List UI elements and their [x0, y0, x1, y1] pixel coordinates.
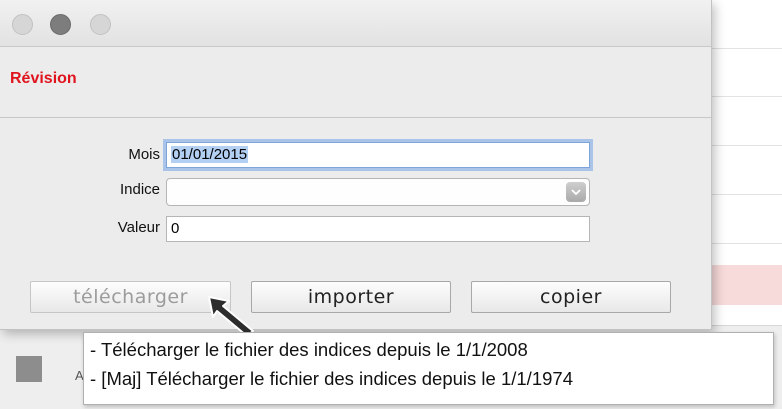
background-square-icon[interactable] — [16, 356, 42, 382]
indice-label: Indice — [119, 181, 160, 198]
copier-button[interactable]: copier — [471, 281, 671, 313]
importer-button[interactable]: importer — [251, 281, 451, 313]
background-highlight-row — [712, 265, 782, 305]
tooltip-line: - Télécharger le fichier des indices dep… — [90, 339, 528, 360]
telecharger-button[interactable]: télécharger — [30, 281, 231, 313]
revision-dialog: Révision Mois 01/01/2015 Indice Valeur 0… — [0, 0, 712, 330]
background-divider — [712, 145, 782, 146]
section-title: Révision — [10, 70, 77, 87]
valeur-label: Valeur — [117, 219, 160, 236]
mois-value: 01/01/2015 — [171, 146, 249, 163]
minimize-icon[interactable] — [50, 14, 71, 35]
background-divider — [712, 243, 782, 244]
indice-select[interactable] — [166, 178, 590, 206]
mois-field[interactable]: 01/01/2015 — [166, 142, 590, 168]
title-bar — [0, 0, 711, 47]
mois-label: Mois — [128, 146, 160, 163]
tooltip-line: - [Maj] Télécharger le fichier des indic… — [90, 368, 573, 389]
background-divider — [712, 96, 782, 97]
chevron-down-icon[interactable] — [566, 182, 586, 202]
background-divider — [712, 194, 782, 195]
tooltip: - Télécharger le fichier des indices dep… — [83, 332, 774, 405]
close-icon[interactable] — [12, 14, 33, 35]
section-divider — [0, 117, 711, 118]
zoom-icon[interactable] — [90, 14, 111, 35]
background-divider — [712, 48, 782, 49]
valeur-value: 0 — [171, 220, 180, 237]
valeur-field[interactable]: 0 — [166, 216, 590, 242]
